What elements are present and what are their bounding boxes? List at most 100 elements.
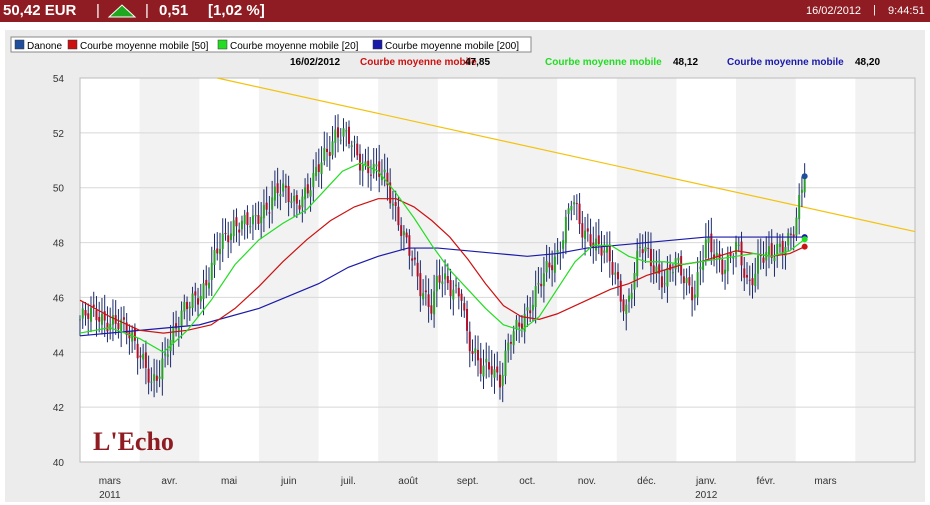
candle-body [251, 215, 254, 225]
candle-body [740, 241, 743, 266]
candle-body [617, 271, 620, 280]
candle-body [457, 287, 460, 297]
candle-body [625, 304, 628, 314]
candle-body [644, 247, 647, 252]
candle-body [597, 235, 600, 244]
candle-body [304, 187, 307, 200]
info-value: 48,12 [673, 57, 698, 68]
candle-body [430, 305, 433, 314]
candle-body [422, 293, 425, 300]
candle-body [573, 202, 576, 205]
candle-body [652, 265, 655, 273]
x-tick-label: juil. [340, 476, 356, 487]
candle-body [419, 273, 422, 297]
candle-body [79, 319, 81, 321]
candle-body [287, 186, 290, 203]
candle-body [298, 205, 301, 210]
candle-body [803, 177, 806, 193]
candle-body [501, 375, 504, 386]
candle-body [551, 265, 554, 271]
candle-body [671, 272, 674, 274]
candle-body [586, 228, 589, 232]
candle-body [232, 220, 235, 237]
candle-body [98, 316, 101, 322]
info-label: Courbe moyenne mobile [727, 57, 844, 68]
candle-body [638, 246, 641, 249]
candle-body [339, 139, 342, 141]
candle-body [614, 272, 617, 275]
candle-body [732, 257, 735, 259]
candle-body [581, 223, 584, 238]
candle-body [751, 278, 754, 286]
month-band [855, 78, 915, 462]
candle-body [139, 355, 142, 358]
candle-body [438, 275, 441, 283]
candle-body [276, 183, 279, 194]
candle-body [106, 322, 109, 332]
candle-body [606, 246, 609, 253]
candle-body [317, 164, 320, 172]
candle-body [693, 294, 696, 299]
candle-body [649, 248, 652, 267]
candle-body [647, 247, 650, 249]
candle-body [471, 351, 474, 354]
x-tick-label: mars [99, 476, 121, 487]
candle-body [122, 317, 125, 320]
candle-body [696, 272, 699, 298]
candle-body [787, 232, 790, 246]
candle-body [290, 201, 293, 203]
chart-frame: 40 42 44 46 48 50 52 54 mars avr. mai juin juil. août… [5, 30, 925, 502]
candle-body [595, 238, 598, 251]
candle-body [680, 256, 683, 276]
candle-body [578, 203, 581, 224]
candle-body [350, 145, 353, 147]
y-tick-label: 54 [53, 74, 65, 85]
candle-body [323, 148, 326, 161]
candle-body [358, 153, 361, 171]
candle-body [795, 217, 798, 236]
candle-body [87, 313, 90, 319]
legend-label: Courbe moyenne mobile [50] [80, 41, 209, 52]
candle-body [627, 295, 630, 302]
candle-body [778, 243, 781, 247]
candle-body [685, 277, 688, 284]
candle-body [183, 301, 186, 312]
candle-body [293, 195, 296, 202]
candle-body [199, 295, 202, 302]
candle-body [337, 127, 340, 138]
candle-body [158, 376, 161, 379]
candle-body [227, 235, 230, 243]
candle-body [81, 308, 84, 319]
info-label: Courbe moyenne mobile [545, 57, 662, 68]
candle-body [603, 250, 606, 253]
candle-body [221, 233, 224, 249]
candle-body [334, 129, 337, 143]
candle-body [397, 206, 400, 226]
candle-body [229, 233, 232, 240]
candle-body [746, 275, 749, 278]
candle-body [326, 148, 329, 153]
candle-body [622, 299, 625, 312]
candle-body [493, 369, 496, 378]
candle-body [512, 331, 515, 346]
candle-body [798, 195, 801, 220]
candle-body [216, 248, 219, 254]
y-tick-label: 48 [53, 239, 65, 250]
candle-body [737, 244, 740, 246]
candle-body [194, 291, 197, 296]
x-tick-label: déc. [637, 476, 656, 487]
candle-body [754, 273, 757, 287]
candle-body [309, 190, 312, 197]
candle-body [312, 173, 315, 187]
candle-body [748, 279, 751, 281]
candle-body [663, 283, 666, 285]
candle-body [553, 256, 556, 273]
quote-date: 16/02/2012 [806, 5, 862, 17]
candle-body [515, 319, 518, 330]
stock-price: 50,42 EUR [3, 2, 77, 19]
candle-body [452, 289, 455, 300]
candle-body [548, 262, 551, 268]
header-separator-2: | [145, 2, 149, 19]
candle-body [562, 240, 565, 249]
candle-body [205, 279, 208, 286]
